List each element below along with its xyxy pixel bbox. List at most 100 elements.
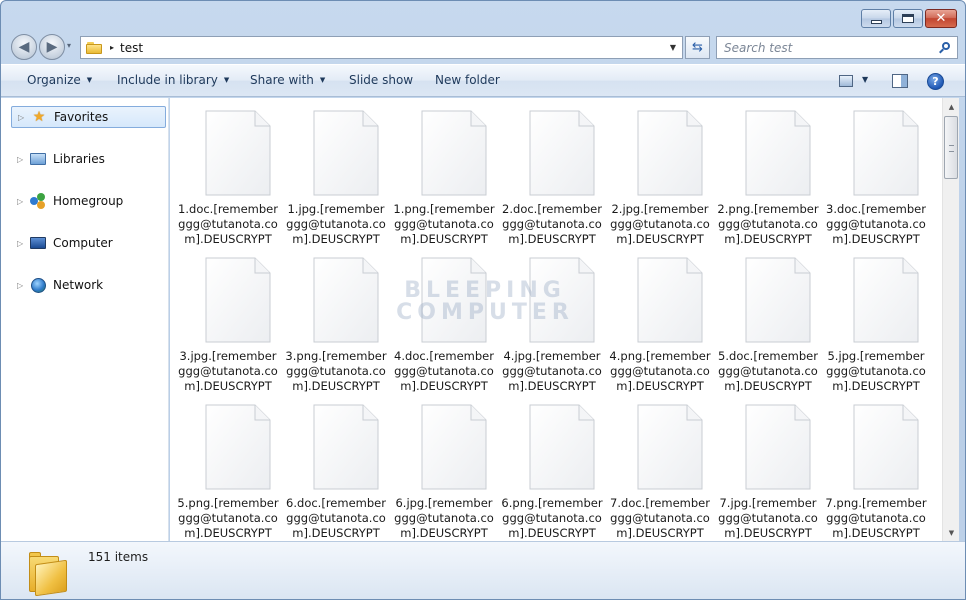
file-name-line: 3.doc.[remember: [826, 202, 926, 216]
maximize-icon: [902, 14, 914, 23]
preview-pane-icon[interactable]: [892, 74, 908, 88]
file-icon: [853, 257, 919, 343]
file-name-line: ggg@tutanota.co: [610, 217, 710, 231]
file-name-line: ggg@tutanota.co: [286, 217, 386, 231]
file-item[interactable]: 7.png.[remember ggg@tutanota.co m].DEUSCRY…: [822, 392, 930, 540]
refresh-button[interactable]: ⇆: [685, 36, 710, 59]
sidebar-item-network[interactable]: ▷ Network: [11, 274, 166, 296]
file-item[interactable]: 7.jpg.[remember ggg@tutanota.co m].DEUSCRY…: [714, 392, 822, 540]
file-item[interactable]: 7.doc.[remember ggg@tutanota.co m].DEUSCRY…: [606, 392, 714, 540]
file-name-line: ggg@tutanota.co: [394, 511, 494, 525]
breadcrumb-test[interactable]: test: [120, 41, 143, 55]
file-icon: [745, 404, 811, 490]
include-in-library-button[interactable]: Include in library ▼: [117, 73, 229, 87]
help-icon[interactable]: ?: [927, 73, 944, 90]
scroll-down-icon[interactable]: ▼: [943, 524, 960, 541]
share-with-button[interactable]: Share with ▼: [250, 73, 325, 87]
breadcrumb-separator-icon[interactable]: ▸: [110, 43, 114, 52]
file-item[interactable]: 4.png.[remember ggg@tutanota.co m].DEUSCRY…: [606, 245, 714, 393]
sidebar-item-favorites[interactable]: ▷ ★ Favorites: [11, 106, 166, 128]
file-item[interactable]: 1.png.[remember ggg@tutanota.co m].DEUSCRY…: [390, 98, 498, 246]
file-item[interactable]: 6.jpg.[remember ggg@tutanota.co m].DEUSCRY…: [390, 392, 498, 540]
new-folder-button[interactable]: New folder: [435, 73, 500, 87]
file-item[interactable]: 6.doc.[remember ggg@tutanota.co m].DEUSCRY…: [282, 392, 390, 540]
maximize-button[interactable]: [893, 9, 923, 28]
file-item[interactable]: 2.jpg.[remember ggg@tutanota.co m].DEUSCRY…: [606, 98, 714, 246]
file-item[interactable]: 5.doc.[remember ggg@tutanota.co m].DEUSCRY…: [714, 245, 822, 393]
organize-button[interactable]: Organize ▼: [27, 73, 92, 87]
file-icon: [745, 110, 811, 196]
search-input[interactable]: [724, 40, 924, 55]
file-item[interactable]: 6.png.[remember ggg@tutanota.co m].DEUSCRY…: [498, 392, 606, 540]
file-item[interactable]: 1.jpg.[remember ggg@tutanota.co m].DEUSCRY…: [282, 98, 390, 246]
address-dropdown-icon[interactable]: ▼: [670, 43, 676, 52]
file-icon: [313, 404, 379, 490]
scroll-thumb[interactable]: [944, 116, 958, 179]
expand-arrow-icon[interactable]: ▷: [18, 113, 27, 122]
file-name: 7.jpg.[remember ggg@tutanota.co m].DEUSCRY…: [714, 496, 822, 541]
sidebar-item-homegroup[interactable]: ▷ Homegroup: [11, 190, 166, 212]
expand-arrow-icon[interactable]: ▷: [17, 155, 26, 164]
sidebar-item-computer[interactable]: ▷ Computer: [11, 232, 166, 254]
file-name-line: ggg@tutanota.co: [826, 364, 926, 378]
slide-show-label: Slide show: [349, 73, 414, 87]
computer-icon: [30, 235, 46, 251]
file-name: 2.doc.[remember ggg@tutanota.co m].DEUSCRY…: [498, 202, 606, 247]
file-icon: [853, 404, 919, 490]
navigation-pane: ▷ ★ Favorites ▷ Libraries ▷ Homegroup ▷ …: [1, 98, 169, 541]
file-name-line: 4.jpg.[remember: [503, 349, 601, 363]
file-name: 3.png.[remember ggg@tutanota.co m].DEUSCRY…: [282, 349, 390, 394]
file-name-line: 7.doc.[remember: [610, 496, 710, 510]
file-name-line: 1.jpg.[remember: [287, 202, 385, 216]
expand-arrow-icon[interactable]: ▷: [17, 281, 26, 290]
minimize-button[interactable]: [861, 9, 891, 28]
file-name-line: 5.doc.[remember: [718, 349, 818, 363]
sidebar-item-label: Homegroup: [53, 194, 124, 208]
file-name-line: 2.jpg.[remember: [611, 202, 709, 216]
forward-button[interactable]: ▶: [39, 34, 65, 60]
file-name-line: ggg@tutanota.co: [178, 364, 278, 378]
file-item[interactable]: 4.jpg.[remember ggg@tutanota.co m].DEUSCRY…: [498, 245, 606, 393]
sidebar-item-libraries[interactable]: ▷ Libraries: [11, 148, 166, 170]
slide-show-button[interactable]: Slide show: [349, 73, 413, 87]
file-item[interactable]: 5.jpg.[remember ggg@tutanota.co m].DEUSCRY…: [822, 245, 930, 393]
file-item[interactable]: 3.jpg.[remember ggg@tutanota.co m].DEUSCRY…: [174, 245, 282, 393]
details-pane: 151 items: [1, 541, 965, 599]
file-icon: [745, 257, 811, 343]
file-item[interactable]: 3.doc.[remember ggg@tutanota.co m].DEUSCRY…: [822, 98, 930, 246]
file-icon: [637, 110, 703, 196]
file-name: 2.jpg.[remember ggg@tutanota.co m].DEUSCRY…: [606, 202, 714, 247]
file-name-line: ggg@tutanota.co: [178, 217, 278, 231]
file-name-line: m].DEUSCRYPT: [724, 526, 812, 540]
address-bar[interactable]: ▸ test ▼: [80, 36, 683, 59]
vertical-scrollbar[interactable]: ▲ ▼: [942, 98, 959, 541]
command-bar: Organize ▼ Include in library ▼ Share wi…: [1, 64, 965, 97]
views-dropdown-icon[interactable]: ▼: [862, 75, 868, 84]
explorer-window: ✕ ◀ ▶ ▾ ▸ test ▼ ⇆ Organize ▼ Include in…: [0, 0, 966, 600]
search-icon[interactable]: [939, 41, 951, 54]
file-name: 5.png.[remember ggg@tutanota.co m].DEUSCRY…: [174, 496, 282, 541]
file-name: 4.doc.[remember ggg@tutanota.co m].DEUSCRY…: [390, 349, 498, 394]
file-item[interactable]: 4.doc.[remember ggg@tutanota.co m].DEUSCRY…: [390, 245, 498, 393]
file-item[interactable]: 3.png.[remember ggg@tutanota.co m].DEUSCRY…: [282, 245, 390, 393]
file-list[interactable]: 1.doc.[remember ggg@tutanota.co m].DEUSCRY…: [170, 98, 942, 541]
sidebar-item-label: Favorites: [54, 110, 109, 124]
folder-icon: [86, 41, 102, 54]
organize-label: Organize: [27, 73, 81, 87]
file-icon: [205, 257, 271, 343]
file-item[interactable]: 2.doc.[remember ggg@tutanota.co m].DEUSCRY…: [498, 98, 606, 246]
close-button[interactable]: ✕: [925, 9, 957, 28]
back-button[interactable]: ◀: [11, 34, 37, 60]
change-view-icon[interactable]: [839, 75, 853, 87]
file-item[interactable]: 5.png.[remember ggg@tutanota.co m].DEUSCRY…: [174, 392, 282, 540]
expand-arrow-icon[interactable]: ▷: [17, 197, 26, 206]
scroll-up-icon[interactable]: ▲: [943, 98, 960, 115]
file-name-line: ggg@tutanota.co: [178, 511, 278, 525]
recent-pages-dropdown[interactable]: ▾: [67, 41, 71, 50]
file-icon: [529, 257, 595, 343]
file-item[interactable]: 2.png.[remember ggg@tutanota.co m].DEUSCRY…: [714, 98, 822, 246]
file-item[interactable]: 1.doc.[remember ggg@tutanota.co m].DEUSCRY…: [174, 98, 282, 246]
expand-arrow-icon[interactable]: ▷: [17, 239, 26, 248]
search-box[interactable]: [716, 36, 958, 59]
file-name-line: ggg@tutanota.co: [718, 217, 818, 231]
